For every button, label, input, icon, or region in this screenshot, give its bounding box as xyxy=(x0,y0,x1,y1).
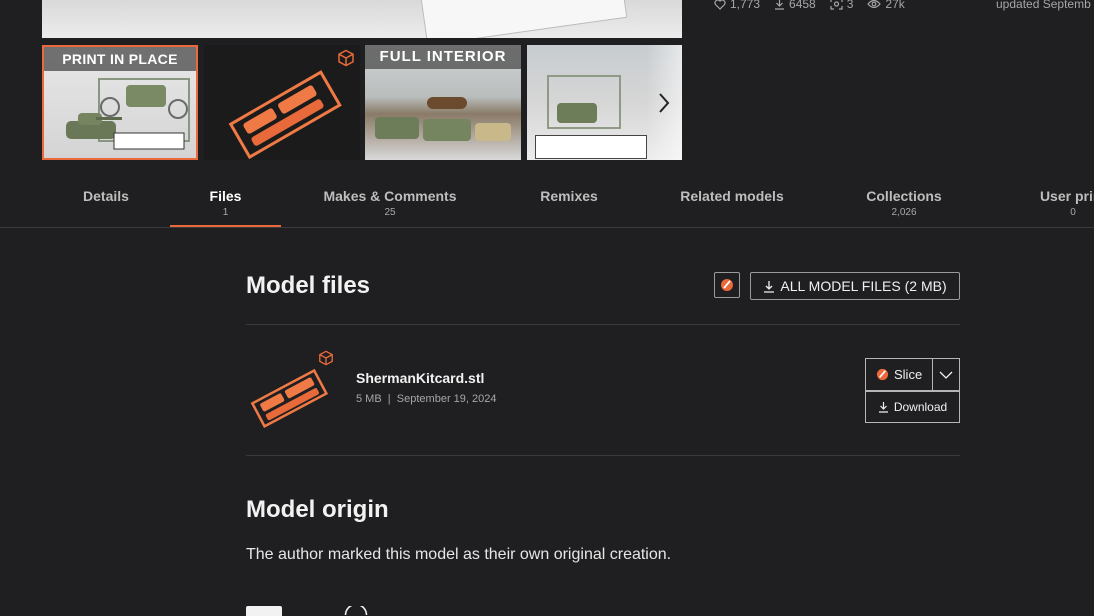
heart-icon xyxy=(714,0,726,10)
main-preview-image[interactable] xyxy=(42,0,682,38)
download-icon xyxy=(878,402,888,413)
gallery-thumbnail-3[interactable]: FULL INTERIOR xyxy=(365,45,521,160)
tab-label: Details xyxy=(83,188,129,204)
slicer-logo-icon xyxy=(876,368,889,381)
downloads-stat: 6458 xyxy=(774,0,816,11)
file-size: 5 MB xyxy=(356,393,382,405)
tab-count: 1 xyxy=(222,207,229,218)
model-stats: 1,773 6458 3 27k xyxy=(714,0,905,11)
download-all-files-button[interactable]: ALL MODEL FILES (2 MB) xyxy=(750,272,960,300)
tab-count: 2,026 xyxy=(891,207,917,218)
meta-separator: | xyxy=(384,393,394,405)
gallery-thumbnail-1[interactable]: PRINT IN PLACE xyxy=(42,45,198,160)
tab-related-models[interactable]: Related models xyxy=(667,188,797,207)
file-name[interactable]: ShermanKitcard.stl xyxy=(356,370,484,386)
tab-label: Makes & Comments xyxy=(323,188,457,204)
tab-remixes[interactable]: Remixes xyxy=(524,188,614,207)
tab-collections[interactable]: Collections 2,026 xyxy=(854,188,954,218)
makes-stat: 3 xyxy=(830,0,854,11)
likes-stat[interactable]: 1,773 xyxy=(714,0,760,11)
updated-date: updated Septemb xyxy=(996,0,1091,11)
tab-makes-comments[interactable]: Makes & Comments 25 xyxy=(310,188,470,218)
views-stat: 27k xyxy=(867,0,905,11)
file-date: September 19, 2024 xyxy=(396,393,497,405)
section-divider xyxy=(246,324,960,325)
download-button[interactable]: Download xyxy=(865,391,960,423)
downloads-count: 6458 xyxy=(789,0,816,11)
open-in-slicer-button[interactable] xyxy=(714,272,740,298)
tab-label: Related models xyxy=(680,188,784,204)
gallery-thumbnail-2[interactable] xyxy=(204,45,360,160)
slicer-logo-icon xyxy=(721,279,733,291)
tank-kit-image xyxy=(66,78,190,150)
views-count: 27k xyxy=(885,0,905,11)
file-meta: 5 MB | September 19, 2024 xyxy=(356,393,496,405)
makes-count: 3 xyxy=(846,0,854,11)
tab-details[interactable]: Details xyxy=(66,188,146,207)
3d-cube-icon xyxy=(319,350,333,366)
tabs-divider xyxy=(0,227,1094,228)
download-icon xyxy=(764,280,775,293)
download-label: Download xyxy=(893,400,948,414)
file-thumbnail[interactable] xyxy=(246,348,336,429)
section-divider xyxy=(246,455,960,456)
slice-label: Slice xyxy=(894,367,923,382)
tab-files[interactable]: Files 1 xyxy=(170,188,281,218)
3d-cube-icon xyxy=(338,49,354,67)
tab-user-prints[interactable]: User print 0 xyxy=(1020,188,1094,218)
model-origin-title: Model origin xyxy=(246,496,389,523)
chevron-down-icon xyxy=(939,371,953,379)
model-files-title: Model files xyxy=(246,272,371,299)
download-icon xyxy=(775,0,785,10)
slice-button[interactable]: Slice xyxy=(865,358,960,391)
tab-count: 0 xyxy=(1070,207,1076,218)
slice-action[interactable]: Slice xyxy=(866,367,922,382)
makes-icon xyxy=(830,0,843,10)
tab-label: Files xyxy=(209,188,242,204)
slice-dropdown-toggle[interactable] xyxy=(933,371,959,379)
eye-icon xyxy=(867,0,882,9)
model-origin-text: The author marked this model as their ow… xyxy=(246,546,672,563)
info-icon[interactable] xyxy=(344,606,368,615)
chevron-right-icon xyxy=(659,92,670,113)
gallery-next-button[interactable] xyxy=(646,45,682,160)
thumbnail-banner: FULL INTERIOR xyxy=(365,45,521,69)
tab-count: 25 xyxy=(384,207,396,218)
likes-count: 1,773 xyxy=(730,0,761,11)
download-all-label: ALL MODEL FILES (2 MB) xyxy=(780,278,947,294)
tab-label: Remixes xyxy=(540,188,598,204)
tab-label: User print xyxy=(1039,188,1094,204)
tab-label: Collections xyxy=(866,188,942,204)
